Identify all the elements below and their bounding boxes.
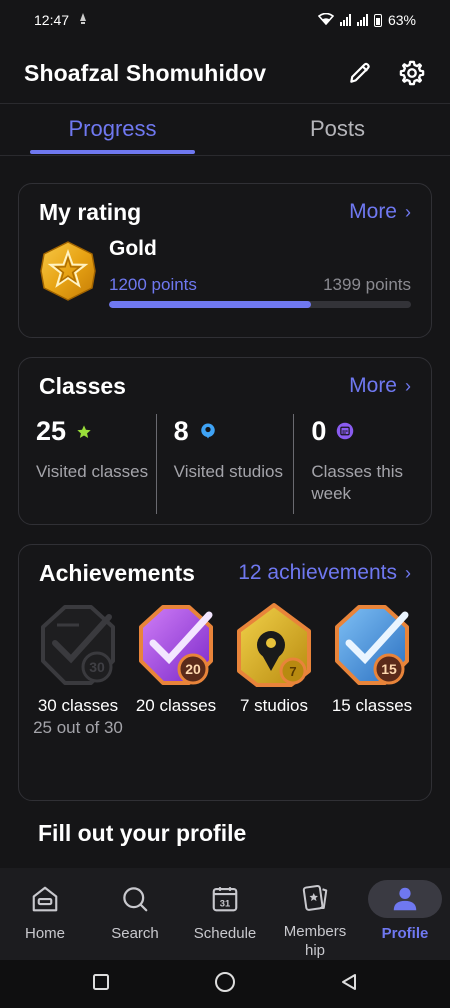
signal-icon [356, 14, 368, 26]
header-divider [0, 103, 450, 104]
rank-name: Gold [109, 237, 157, 260]
achievement-item[interactable]: 30 30 classes 25 out of 30 [29, 601, 127, 739]
tab-posts[interactable]: Posts [225, 106, 450, 156]
classes-card: Classes More › 25 Visited classes 8 Visi… [18, 357, 432, 525]
rating-progress-fill [109, 301, 312, 308]
system-navigation-bar [0, 960, 450, 1008]
search-icon [103, 880, 167, 918]
stat-visited-studios: 8 Visited studios [157, 414, 295, 514]
rating-more-link[interactable]: More › [349, 200, 411, 224]
stat-value: 8 [173, 416, 189, 446]
location-pin-icon [199, 416, 217, 447]
rating-card: My rating More › Gold 1200 points 1399 p… [18, 183, 432, 338]
tabs-divider [0, 155, 450, 156]
battery-icon [373, 13, 382, 27]
battery-level: 63% [387, 12, 416, 28]
rating-progress-bar [109, 301, 411, 308]
svg-text:30: 30 [89, 659, 105, 675]
profile-header: Shoafzal Shomuhidov [0, 50, 450, 96]
achievements-count-label: 12 achievements [238, 561, 397, 584]
status-bar: 12:47 63% [0, 0, 450, 40]
stat-value: 25 [36, 416, 67, 446]
chevron-right-icon: › [405, 562, 411, 583]
nav-label: Profile [381, 925, 429, 942]
stat-visited-classes: 25 Visited classes [19, 414, 157, 514]
svg-text:31: 31 [220, 899, 230, 909]
achievements-card: Achievements 12 achievements › 30 30 cla… [18, 544, 432, 801]
star-icon [76, 416, 92, 447]
calendar-icon: 31 [193, 880, 257, 918]
stat-label: Classes this week [311, 462, 403, 503]
home-circle-icon[interactable] [214, 971, 236, 998]
achievement-label: 20 classes [135, 696, 217, 715]
achievement-progress: 25 out of 30 [33, 718, 123, 737]
membership-card-icon [283, 880, 347, 916]
nav-item-schedule[interactable]: 31 Schedule [180, 868, 270, 960]
nav-item-profile[interactable]: Profile [360, 868, 450, 960]
achievement-checkmark-blue-icon: 15 [335, 605, 409, 685]
profile-icon [368, 880, 442, 918]
stat-value: 0 [311, 416, 327, 446]
classes-more-link[interactable]: More › [349, 374, 411, 398]
nav-label: Home [24, 925, 65, 942]
svg-text:7: 7 [289, 664, 296, 679]
achievement-item[interactable]: 15 15 classes [323, 601, 421, 739]
page-title: Shoafzal Shomuhidov [24, 59, 267, 86]
nav-label: Search [111, 925, 159, 942]
nav-item-search[interactable]: Search [90, 868, 180, 960]
achievement-item[interactable]: 20 20 classes [127, 601, 225, 739]
current-points: 1200 points [109, 275, 197, 294]
achievement-label: 30 classes [37, 696, 119, 715]
rating-more-label: More [349, 200, 397, 223]
back-icon[interactable] [340, 973, 358, 996]
wifi-icon [317, 12, 335, 28]
achievement-location-gold-icon: 7 [237, 603, 311, 687]
calendar-icon [336, 416, 354, 447]
pencil-icon[interactable] [346, 59, 374, 87]
svg-text:20: 20 [185, 661, 201, 677]
stat-label: Visited classes [36, 462, 149, 481]
classes-more-label: More [349, 374, 397, 397]
achievement-checkmark-locked-icon: 30 [41, 605, 115, 685]
nav-item-membership[interactable]: Members hip [270, 868, 360, 960]
achievement-label: 15 classes [331, 696, 413, 715]
nav-label: Members hip [283, 923, 347, 959]
chevron-right-icon: › [405, 201, 411, 222]
achievement-label: 7 studios [239, 696, 309, 715]
chevron-right-icon: › [405, 375, 411, 396]
svg-text:15: 15 [381, 661, 397, 677]
notification-icon [79, 12, 87, 28]
status-time: 12:47 [34, 12, 70, 28]
signal-icon [339, 14, 351, 26]
achievement-item[interactable]: 7 7 studios [225, 601, 323, 739]
bottom-navigation: Home Search 31 Schedule Members hip Prof… [0, 868, 450, 960]
achievement-checkmark-purple-icon: 20 [139, 605, 213, 685]
home-icon [13, 880, 77, 918]
recents-icon[interactable] [92, 973, 110, 996]
nav-item-home[interactable]: Home [0, 868, 90, 960]
rating-title: My rating [39, 198, 142, 225]
classes-title: Classes [39, 372, 126, 399]
achievements-link[interactable]: 12 achievements › [238, 561, 411, 585]
achievements-title: Achievements [39, 559, 195, 586]
gold-badge-icon [39, 240, 97, 302]
gear-icon[interactable] [398, 59, 426, 87]
tab-progress[interactable]: Progress [0, 106, 225, 156]
nav-label: Schedule [193, 925, 257, 942]
target-points: 1399 points [323, 275, 411, 294]
profile-tabs: Progress Posts [0, 106, 450, 156]
stat-label: Visited studios [173, 462, 283, 481]
fill-profile-title: Fill out your profile [38, 820, 247, 846]
stat-classes-this-week: 0 Classes this week [294, 414, 431, 514]
